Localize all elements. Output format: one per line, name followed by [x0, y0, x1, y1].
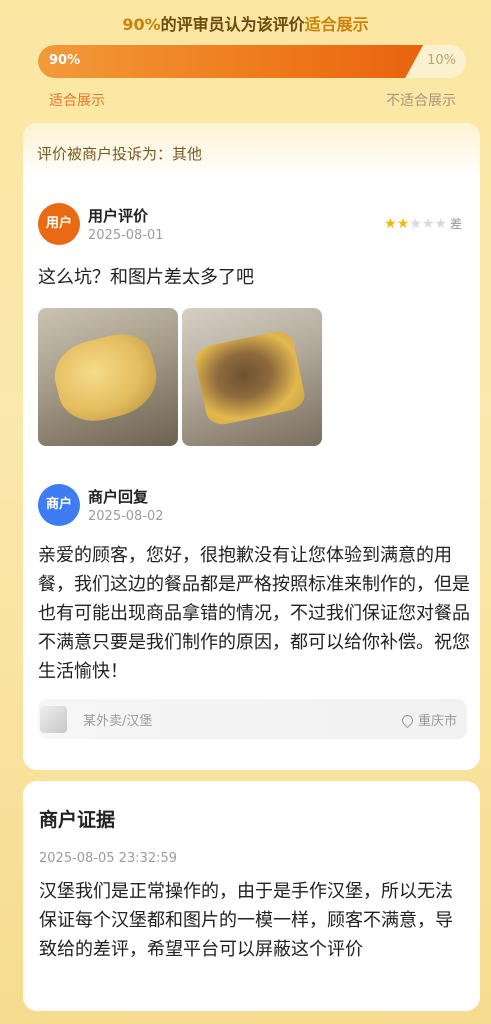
star-filled-icon: ★ — [384, 216, 397, 232]
shop-info-bar[interactable]: 某外卖/汉堡 重庆市 — [38, 699, 467, 739]
complaint-reason: 评价被商户投诉为：其他 — [23, 123, 480, 179]
vote-progress-fill — [38, 45, 423, 78]
rating-stars: ★★★★★ 差 — [384, 215, 462, 232]
star-empty-icon: ★ — [409, 216, 422, 232]
vote-summary-text: 的评审员认为该评价 — [160, 15, 305, 34]
vote-percent: 90% — [122, 15, 161, 34]
shop-thumbnail — [40, 706, 67, 733]
location-pin-icon — [399, 712, 416, 729]
evidence-title: 商户证据 — [39, 809, 116, 831]
vote-summary-accent: 适合展示 — [304, 15, 369, 34]
burger-photo-1[interactable] — [38, 308, 178, 446]
merchant-reply-section: 商户 商户回复 2025-08-02 亲爱的顾客，您好，很抱歉没有让您体验到满意… — [38, 484, 470, 694]
burger-photo-2[interactable] — [182, 308, 322, 446]
evidence-text: 汉堡我们是正常操作的，由于是手作汉堡，所以无法保证每个汉堡都和图片的一模一样，顾… — [39, 881, 453, 960]
shop-name: 某外卖/汉堡 — [83, 714, 153, 729]
user-avatar: 用户 — [38, 203, 80, 245]
merchant-reply-date: 2025-08-02 — [88, 509, 164, 524]
evidence-time: 2025-08-05 23:32:59 — [39, 851, 178, 866]
user-review-section: 用户 用户评价 2025-08-01 ★★★★★ 差 这么坑？和图片差太多了吧 — [38, 203, 468, 448]
rating-label: 差 — [449, 217, 462, 231]
user-review-date: 2025-08-01 — [88, 228, 164, 243]
unsuitable-percent: 10% — [427, 53, 456, 68]
user-review-title: 用户评价 — [88, 207, 149, 225]
merchant-evidence-card: 商户证据 2025-08-05 23:32:59 汉堡我们是正常操作的，由于是手… — [23, 781, 480, 1011]
vote-progress-bar: 90% 10% — [38, 45, 466, 78]
merchant-avatar: 商户 — [38, 484, 80, 526]
suitable-percent: 90% — [49, 53, 81, 68]
suitable-label: 适合展示 — [49, 93, 105, 109]
merchant-reply-text: 亲爱的顾客，您好，很抱歉没有让您体验到满意的用餐，我们这边的餐品都是严格按照标准… — [38, 545, 470, 682]
user-review-text: 这么坑？和图片差太多了吧 — [38, 267, 254, 288]
unsuitable-label: 不适合展示 — [386, 93, 456, 109]
merchant-reply-title: 商户回复 — [88, 488, 149, 506]
shop-location: 重庆市 — [399, 710, 457, 729]
vote-summary-title: 90%的评审员认为该评价适合展示 — [0, 11, 491, 35]
star-empty-icon: ★ — [434, 216, 447, 232]
star-empty-icon: ★ — [421, 216, 435, 232]
review-card: 评价被商户投诉为：其他 用户 用户评价 2025-08-01 ★★★★★ 差 这么… — [23, 123, 480, 770]
star-filled-icon: ★ — [396, 216, 410, 232]
shop-location-text: 重庆市 — [417, 714, 457, 729]
